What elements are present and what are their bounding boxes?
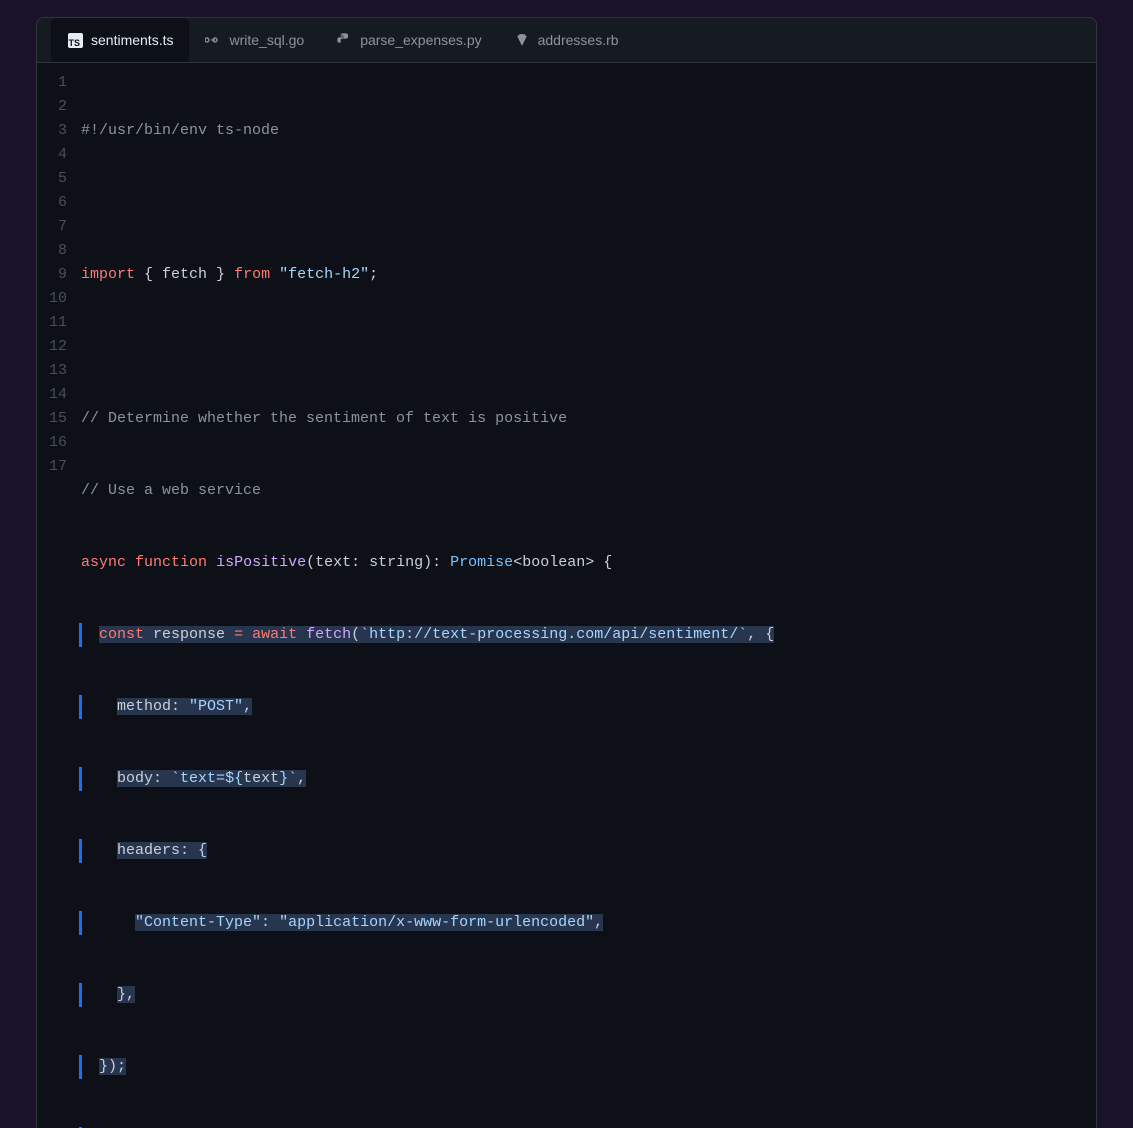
tab-label: write_sql.go (229, 32, 304, 48)
ts-icon: TS (67, 32, 83, 48)
code-line: // Determine whether the sentiment of te… (81, 407, 1076, 431)
code-line: const json = await response.json(); (81, 1127, 1076, 1128)
tabs-bar: TS sentiments.ts write_sql.go parse_expe… (37, 18, 1096, 63)
go-icon (205, 32, 221, 48)
tab-label: addresses.rb (538, 32, 619, 48)
tab-write-sql-go[interactable]: write_sql.go (189, 18, 320, 62)
line-number: 15 (47, 407, 67, 431)
code-line (81, 335, 1076, 359)
code-line: method: "POST", (81, 695, 1076, 719)
code-line: }, (81, 983, 1076, 1007)
code-line: #!/usr/bin/env ts-node (81, 119, 1076, 143)
line-number: 13 (47, 359, 67, 383)
code-content[interactable]: #!/usr/bin/env ts-node import { fetch } … (81, 71, 1096, 1128)
line-number: 4 (47, 143, 67, 167)
line-number: 7 (47, 215, 67, 239)
line-number: 10 (47, 287, 67, 311)
code-line: body: `text=${text}`, (81, 767, 1076, 791)
line-number: 11 (47, 311, 67, 335)
code-line: "Content-Type": "application/x-www-form-… (81, 911, 1076, 935)
tab-label: parse_expenses.py (360, 32, 481, 48)
python-icon (336, 32, 352, 48)
code-line: import { fetch } from "fetch-h2"; (81, 263, 1076, 287)
line-number: 9 (47, 263, 67, 287)
tab-label: sentiments.ts (91, 32, 173, 48)
code-area[interactable]: 1 2 3 4 5 6 7 8 9 10 11 12 13 14 15 16 1… (37, 63, 1096, 1128)
line-number: 12 (47, 335, 67, 359)
tab-sentiments-ts[interactable]: TS sentiments.ts (51, 18, 189, 62)
code-line (81, 191, 1076, 215)
code-line: headers: { (81, 839, 1076, 863)
tab-parse-expenses-py[interactable]: parse_expenses.py (320, 18, 497, 62)
line-number: 16 (47, 431, 67, 455)
line-number: 6 (47, 191, 67, 215)
line-number: 3 (47, 119, 67, 143)
line-number: 8 (47, 239, 67, 263)
code-line: // Use a web service (81, 479, 1076, 503)
line-number: 1 (47, 71, 67, 95)
tab-addresses-rb[interactable]: addresses.rb (498, 18, 635, 62)
code-line: }); (81, 1055, 1076, 1079)
line-number: 17 (47, 455, 67, 479)
line-number: 5 (47, 167, 67, 191)
line-number: 14 (47, 383, 67, 407)
line-number-gutter: 1 2 3 4 5 6 7 8 9 10 11 12 13 14 15 16 1… (37, 71, 81, 1128)
line-number: 2 (47, 95, 67, 119)
code-line: const response = await fetch(`http://tex… (81, 623, 1076, 647)
code-editor-window: TS sentiments.ts write_sql.go parse_expe… (36, 17, 1097, 1128)
ruby-icon (514, 32, 530, 48)
code-line: async function isPositive(text: string):… (81, 551, 1076, 575)
